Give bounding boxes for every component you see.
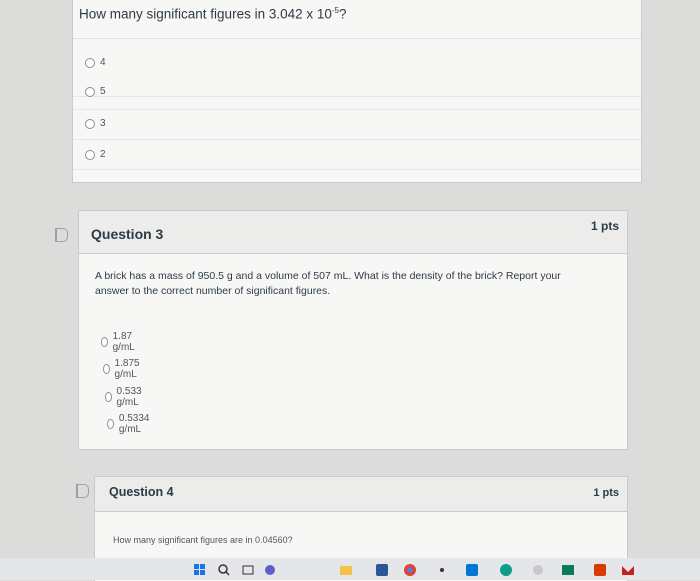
- task-view-icon[interactable]: [242, 563, 254, 575]
- answer-label: 2: [100, 149, 106, 160]
- question-title: Question 3: [91, 226, 164, 242]
- answer-option[interactable]: 1.87 g/mL: [101, 331, 138, 353]
- answer-option[interactable]: 1.875 g/mL: [103, 358, 143, 380]
- question-2-text: How many significant figures in 3.042 x …: [79, 6, 347, 22]
- office-icon[interactable]: [594, 563, 606, 576]
- answer-option[interactable]: 2: [85, 149, 106, 160]
- question-3-card: Question 3 1 pts A brick has a mass of 9…: [78, 210, 628, 450]
- radio-button[interactable]: [85, 149, 95, 160]
- windows-start-icon[interactable]: [194, 563, 206, 575]
- answer-option[interactable]: 3: [85, 118, 106, 129]
- edge-icon[interactable]: [500, 563, 512, 576]
- flag-question-icon[interactable]: [55, 228, 68, 242]
- chat-icon[interactable]: [264, 563, 276, 575]
- radio-button[interactable]: [85, 118, 95, 129]
- question-title: Question 4: [109, 485, 174, 499]
- mail-icon[interactable]: [622, 563, 634, 575]
- taskbar: [0, 558, 700, 580]
- radio-button[interactable]: [105, 392, 112, 402]
- search-icon[interactable]: [218, 563, 230, 576]
- app-icon[interactable]: [376, 563, 388, 576]
- answer-option[interactable]: 4: [85, 57, 106, 68]
- radio-button[interactable]: [103, 364, 110, 374]
- radio-button[interactable]: [85, 86, 95, 97]
- question-2-answers: 4 5 3 2: [73, 38, 641, 170]
- chrome-icon[interactable]: [404, 563, 416, 576]
- answer-label: 1.875 g/mL: [114, 358, 140, 380]
- radio-button[interactable]: [85, 57, 95, 68]
- answer-label: 1.87 g/mL: [112, 331, 135, 353]
- flag-question-icon[interactable]: [76, 484, 89, 498]
- answer-option[interactable]: 0.5334 g/mL: [107, 413, 153, 435]
- app-icon[interactable]: [562, 563, 574, 575]
- question-2-card: How many significant figures in 3.042 x …: [72, 0, 642, 183]
- photos-icon[interactable]: [466, 563, 478, 576]
- store-icon[interactable]: [532, 563, 544, 575]
- app-icon[interactable]: [436, 563, 448, 575]
- radio-button[interactable]: [101, 337, 108, 347]
- answer-label: 5: [100, 86, 106, 97]
- answer-label: 0.5334 g/mL: [118, 413, 150, 435]
- answer-label: 0.533 g/mL: [116, 386, 142, 408]
- file-explorer-icon[interactable]: [340, 563, 352, 575]
- question-3-text: A brick has a mass of 950.5 g and a volu…: [95, 270, 561, 297]
- question-points: 1 pts: [593, 487, 619, 499]
- question-3-header: Question 3 1 pts: [79, 211, 627, 254]
- question-points: 1 pts: [590, 219, 619, 233]
- answer-label: 3: [100, 118, 106, 129]
- question-4-header: Question 4 1 pts: [95, 477, 627, 512]
- answer-label: 4: [100, 57, 106, 68]
- answer-option[interactable]: 0.533 g/mL: [105, 386, 145, 408]
- question-4-text: How many significant figures are in 0.04…: [113, 535, 293, 545]
- answer-option[interactable]: 5: [85, 86, 106, 97]
- radio-button[interactable]: [107, 419, 114, 429]
